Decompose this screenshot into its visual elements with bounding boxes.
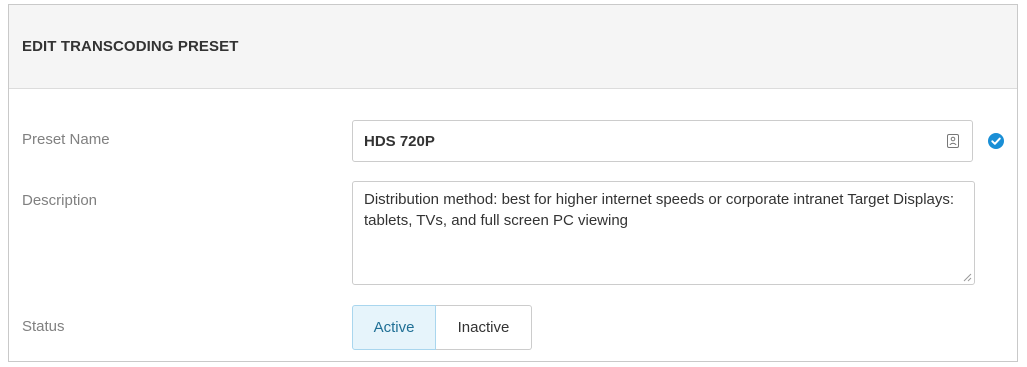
preset-name-input[interactable]: HDS 720P xyxy=(352,120,973,162)
panel-header: EDIT TRANSCODING PRESET xyxy=(9,5,1017,89)
check-circle-icon xyxy=(988,133,1004,149)
description-value: Distribution method: best for higher int… xyxy=(364,191,955,229)
edit-preset-panel: EDIT TRANSCODING PRESET Preset Name HDS … xyxy=(8,4,1018,362)
resize-handle-icon[interactable] xyxy=(962,272,972,282)
contact-card-icon[interactable] xyxy=(946,134,960,148)
status-toggle-group: Active Inactive xyxy=(352,305,532,350)
status-label: Status xyxy=(22,318,65,335)
status-active-button[interactable]: Active xyxy=(352,305,436,350)
status-inactive-button[interactable]: Inactive xyxy=(436,305,532,350)
description-label: Description xyxy=(22,192,98,209)
description-textarea[interactable]: Distribution method: best for higher int… xyxy=(352,181,975,285)
panel-title: EDIT TRANSCODING PRESET xyxy=(22,38,239,55)
preset-name-label: Preset Name xyxy=(22,131,110,148)
preset-name-value: HDS 720P xyxy=(364,132,435,150)
